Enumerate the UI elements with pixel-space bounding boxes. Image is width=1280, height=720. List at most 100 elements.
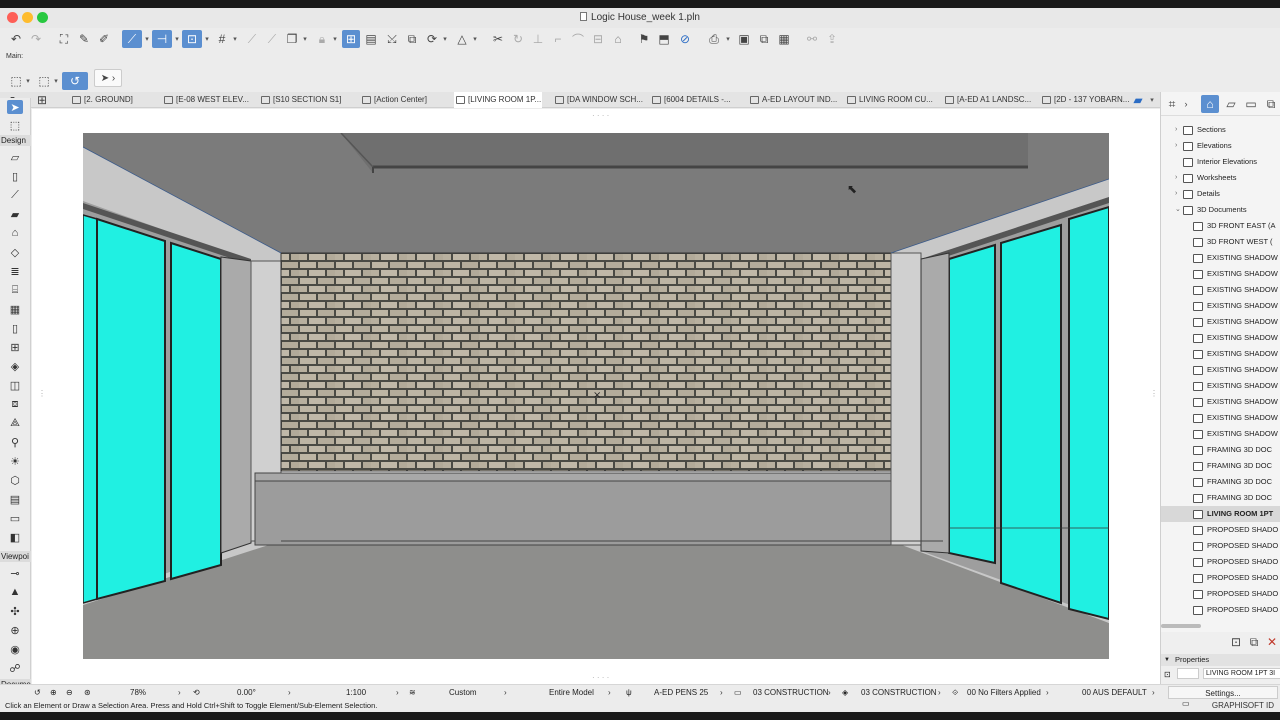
elevation-icon[interactable]: ▤ (363, 30, 379, 48)
view-map-icon[interactable]: ▱ (1223, 95, 1239, 113)
navigator-menu-icon[interactable]: ⌗ (1165, 95, 1179, 113)
viewpoint-section-label[interactable]: Viewpoi (0, 551, 31, 562)
flag-icon[interactable]: ⚑ (636, 30, 652, 48)
rotate-icon[interactable]: ↻ (510, 30, 526, 48)
navigator-view-item[interactable]: PROPOSED SHADO (1161, 586, 1280, 602)
navigator-view-item[interactable]: PROPOSED SHADO (1161, 602, 1280, 618)
column-tool-icon[interactable]: ▯ (7, 169, 23, 183)
3d-document-view[interactable]: × ⬉ (83, 133, 1109, 659)
zoom-window-button[interactable] (37, 12, 48, 23)
chevron-right-icon[interactable]: › (288, 685, 291, 701)
lock-icon[interactable]: 🔒︎ (314, 30, 330, 48)
chevron-down-icon[interactable]: ▾ (231, 30, 239, 48)
project-map-button[interactable]: ⌂ (1201, 95, 1219, 113)
window-tool-icon[interactable]: ⊞ (7, 340, 23, 354)
tab-west-elevation[interactable]: [E-08 WEST ELEV... (162, 92, 254, 108)
tab-2d-yobarn[interactable]: [2D - 137 YOBARN... (1040, 92, 1130, 108)
collaborate-icon[interactable]: ⚯ (804, 30, 820, 48)
navigator-folder-item[interactable]: › Elevations (1161, 138, 1280, 154)
design-section-label[interactable]: Design (0, 135, 31, 146)
resize-handle[interactable]: ⋮ (1150, 389, 1158, 398)
chevron-down-icon[interactable]: ▾ (331, 30, 339, 48)
zoom-in-icon[interactable]: ⊕ (50, 685, 57, 701)
tab-living-room-cu[interactable]: LIVING ROOM CU... (845, 92, 935, 108)
wall-tool-icon[interactable]: ▱ (7, 150, 23, 164)
chevron-down-icon[interactable]: ▾ (441, 30, 449, 48)
angle-value[interactable]: 0.00° (237, 685, 256, 701)
snap-guides-button[interactable]: ⟋ (122, 30, 142, 48)
tile-views-icon[interactable]: ⊞ (34, 92, 50, 108)
renovation-filter-icon[interactable]: ⟐ (952, 685, 958, 701)
redo-icon[interactable]: ↷ (28, 30, 44, 48)
tab-details[interactable]: [6004 DETAILS -... (650, 92, 738, 108)
navigator-view-item[interactable]: PROPOSED SHADO (1161, 522, 1280, 538)
navigator-view-item[interactable]: FRAMING 3D DOC (1161, 458, 1280, 474)
orbit-icon[interactable]: ⟳ (424, 30, 440, 48)
tab-window-schedule[interactable]: [DA WINDOW SCH... (553, 92, 643, 108)
change-tool-icon[interactable]: ☍ (7, 661, 23, 675)
object-tool-icon[interactable]: ⧈ (7, 397, 23, 411)
object-box-icon[interactable]: ⬡ (7, 473, 23, 487)
navigator-view-item[interactable]: EXISTING SHADOW (1161, 266, 1280, 282)
pen-icon[interactable]: ψ (626, 685, 632, 701)
rotate-view-button[interactable]: ↺ (62, 72, 88, 90)
chevron-down-icon[interactable]: ▾ (471, 30, 479, 48)
navigator-folder-item[interactable]: ⌄ 3D Documents (1161, 202, 1280, 218)
light-tool-icon[interactable]: ☀ (7, 454, 23, 468)
magic-wand-icon[interactable]: ⟋ (244, 30, 260, 48)
split-icon[interactable]: ⊟ (590, 30, 606, 48)
gravity-button[interactable]: ⊡ (182, 30, 202, 48)
chevron-down-icon[interactable]: ▾ (173, 30, 181, 48)
scissors-icon[interactable]: ✂ (490, 30, 506, 48)
morph-tool-icon[interactable]: ◫ (7, 378, 23, 392)
cabinet-tool-icon[interactable]: ▤ (7, 492, 23, 506)
renovation-filter-value[interactable]: 00 No Filters Applied (967, 685, 1041, 701)
align-icon[interactable]: ⊥ (530, 30, 546, 48)
chevron-right-icon[interactable]: › (1046, 685, 1049, 701)
model-view-value[interactable]: Entire Model (549, 685, 594, 701)
resize-handle[interactable]: ⋮ (38, 389, 46, 398)
selection-method-icon[interactable]: ⬚ (8, 72, 24, 90)
guide-lines-button[interactable]: ⊣ (152, 30, 172, 48)
zone-tool-icon[interactable]: ⟁ (7, 416, 23, 430)
section-tool-icon[interactable]: ⊸ (7, 566, 23, 580)
arrow-tool-icon[interactable]: ➤ (7, 100, 23, 114)
navigator-view-item[interactable]: 3D FRONT WEST ( (1161, 234, 1280, 250)
detail-tool-icon[interactable]: ◉ (7, 642, 23, 656)
chevron-right-icon[interactable]: › (720, 685, 723, 701)
navigator-view-item[interactable]: FRAMING 3D DOC (1161, 474, 1280, 490)
chevron-down-icon[interactable]: ▾ (143, 30, 151, 48)
chevron-down-icon[interactable]: ⌄ (1175, 202, 1181, 218)
close-window-button[interactable] (7, 12, 18, 23)
navigator-view-item[interactable]: EXISTING SHADOW (1161, 410, 1280, 426)
navigator-view-item[interactable]: LIVING ROOM 1PT (1161, 506, 1280, 522)
minimize-window-button[interactable] (22, 12, 33, 23)
view-3d-button[interactable]: ⊞ (342, 30, 360, 48)
roof-tool-icon[interactable]: ⌂ (7, 226, 23, 240)
drafting-icon[interactable]: ⟋ (264, 30, 280, 48)
navigator-view-item[interactable]: EXISTING SHADOW (1161, 426, 1280, 442)
curve-icon[interactable]: ⌒ (570, 30, 586, 48)
teamwork-icon[interactable]: ⊘ (676, 30, 694, 48)
navigator-view-item[interactable]: EXISTING SHADOW (1161, 394, 1280, 410)
corner-icon[interactable]: ⌐ (550, 30, 566, 48)
layer-combination-value[interactable]: Custom (449, 685, 477, 701)
chevron-down-icon[interactable]: ▾ (24, 72, 32, 90)
mvo-value[interactable]: 03 CONSTRUCTION (753, 685, 829, 701)
navigator-view-item[interactable]: EXISTING SHADOW (1161, 314, 1280, 330)
grid-snap-icon[interactable]: # (214, 30, 230, 48)
navigator-view-item[interactable]: FRAMING 3D DOC (1161, 490, 1280, 506)
tab-a1-landscape[interactable]: [A-ED A1 LANDSC... (943, 92, 1033, 108)
chevron-right-icon[interactable]: › (608, 685, 611, 701)
pick-up-icon[interactable]: ✎ (76, 30, 92, 48)
roof-icon[interactable]: ⌂ (610, 30, 626, 48)
navigator-folder-item[interactable]: Interior Elevations (1161, 154, 1280, 170)
navigator-view-item[interactable]: EXISTING SHADOW (1161, 362, 1280, 378)
delete-icon[interactable]: ✕ (1265, 635, 1279, 649)
table-icon[interactable]: ▦ (776, 30, 792, 48)
navigator-folder-item[interactable]: › Sections (1161, 122, 1280, 138)
chevron-right-icon[interactable]: › (1152, 685, 1155, 701)
navigator-view-item[interactable]: EXISTING SHADOW (1161, 298, 1280, 314)
mesh-tool-icon[interactable]: ◈ (7, 359, 23, 373)
graphic-override-value[interactable]: 03 CONSTRUCTION (861, 685, 937, 701)
